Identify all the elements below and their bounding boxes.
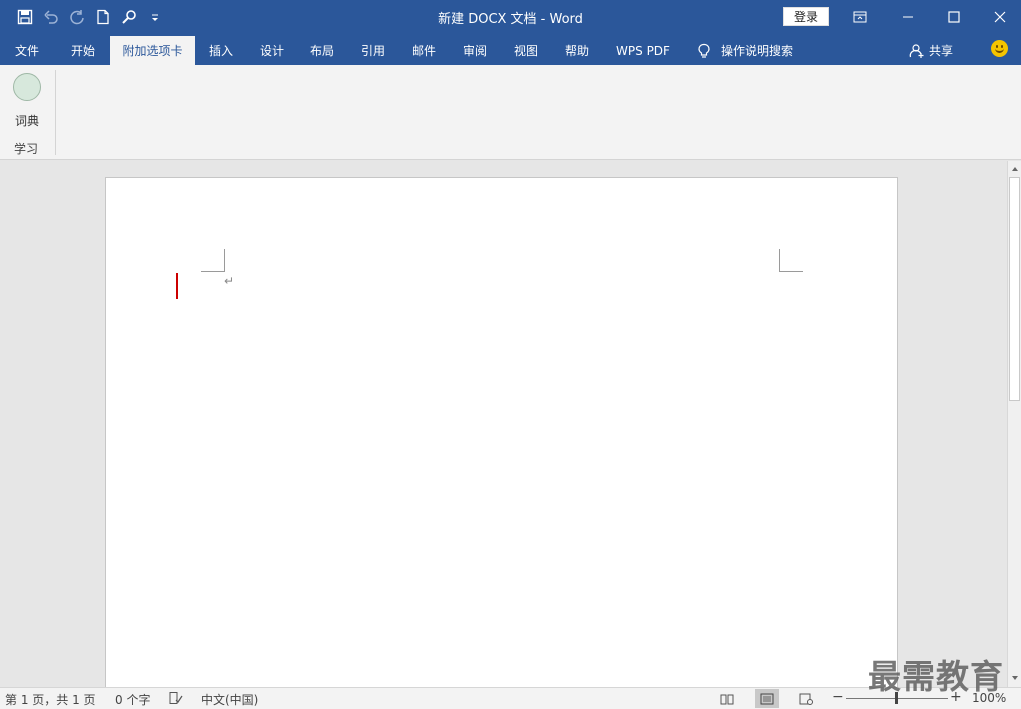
- find-icon: [122, 10, 136, 24]
- tab-add-ins[interactable]: 附加选项卡: [110, 36, 195, 65]
- crop-mark: [779, 271, 803, 272]
- tab-help[interactable]: 帮助: [554, 36, 600, 65]
- ribbon-display-options-button[interactable]: [837, 0, 883, 33]
- ribbon-group-label: 学习: [13, 142, 38, 156]
- tab-layout[interactable]: 布局: [299, 36, 345, 65]
- page-count[interactable]: 第 1 页，共 1 页: [5, 691, 96, 708]
- share-label: 共享: [929, 44, 954, 58]
- vertical-scrollbar[interactable]: [1007, 161, 1021, 687]
- tab-mailings[interactable]: 邮件: [401, 36, 447, 65]
- new-document-icon: [97, 9, 109, 25]
- print-layout-button[interactable]: [755, 689, 779, 708]
- undo-icon: [44, 10, 58, 24]
- read-mode-icon: [720, 694, 734, 704]
- tell-me-search[interactable]: 操作说明搜索: [697, 36, 793, 65]
- close-icon: [994, 11, 1006, 22]
- find-button[interactable]: [118, 6, 140, 28]
- ribbon-group-divider: [55, 70, 56, 155]
- save-button[interactable]: [14, 6, 36, 28]
- tab-file[interactable]: 文件: [4, 36, 50, 65]
- maximize-button[interactable]: [931, 0, 977, 33]
- crop-mark: [201, 271, 225, 272]
- ribbon-panel: 词典 学习: [0, 65, 1021, 220]
- undo-button[interactable]: [40, 6, 62, 28]
- word-count[interactable]: 0 个字: [115, 691, 150, 708]
- document-page[interactable]: ↵: [105, 177, 898, 687]
- watermark-logo: 最需教育: [868, 657, 1004, 696]
- paragraph-mark: ↵: [224, 274, 235, 288]
- maximize-icon: [948, 10, 960, 23]
- dictionary-icon: [13, 73, 41, 101]
- lightbulb-icon: [698, 43, 710, 58]
- dictionary-label: 词典: [14, 114, 39, 128]
- close-button[interactable]: [977, 0, 1021, 33]
- tab-home[interactable]: 开始: [58, 36, 108, 65]
- redo-button[interactable]: [66, 6, 88, 28]
- tab-view[interactable]: 视图: [503, 36, 549, 65]
- customize-qat-button[interactable]: [144, 6, 166, 28]
- document-area: ↵: [0, 161, 1007, 687]
- read-mode-button[interactable]: [715, 689, 739, 708]
- crop-mark: [779, 249, 780, 271]
- minimize-icon: [903, 16, 913, 17]
- tell-me-label: 操作说明搜索: [721, 44, 794, 58]
- tab-wps-pdf[interactable]: WPS PDF: [608, 36, 678, 65]
- quick-access-toolbar: [14, 6, 166, 28]
- tab-insert[interactable]: 插入: [198, 36, 244, 65]
- feedback-smiley-icon[interactable]: [991, 40, 1008, 57]
- ribbon-tabs: 文件 开始 附加选项卡 插入 设计 布局 引用 邮件 审阅 视图 帮助 WPS …: [0, 33, 1021, 65]
- text-cursor: [176, 273, 178, 299]
- save-icon: [17, 9, 33, 25]
- minimize-button[interactable]: [885, 0, 931, 33]
- person-icon: [909, 43, 924, 58]
- ribbon-display-icon: [853, 11, 867, 22]
- new-document-button[interactable]: [92, 6, 114, 28]
- title-bar: 新建 DOCX 文档 - Word 登录: [0, 0, 1021, 33]
- proofing-icon[interactable]: [168, 691, 183, 705]
- tab-design[interactable]: 设计: [249, 36, 295, 65]
- zoom-out-button[interactable]: −: [832, 689, 844, 705]
- login-button[interactable]: 登录: [783, 7, 829, 26]
- customize-icon: [152, 14, 158, 21]
- scroll-up-arrow-icon[interactable]: [1010, 164, 1020, 174]
- dictionary-button[interactable]: 词典: [6, 72, 48, 128]
- scroll-down-arrow-icon[interactable]: [1010, 673, 1020, 683]
- crop-mark: [224, 249, 225, 271]
- web-layout-icon: [799, 693, 813, 705]
- scroll-thumb[interactable]: [1009, 177, 1020, 401]
- language-indicator[interactable]: 中文(中国): [201, 691, 258, 708]
- print-layout-icon: [760, 693, 774, 704]
- web-layout-button[interactable]: [794, 689, 818, 708]
- tab-review[interactable]: 审阅: [452, 36, 498, 65]
- share-button[interactable]: 共享: [909, 36, 953, 65]
- redo-icon: [70, 10, 84, 25]
- tab-references[interactable]: 引用: [350, 36, 396, 65]
